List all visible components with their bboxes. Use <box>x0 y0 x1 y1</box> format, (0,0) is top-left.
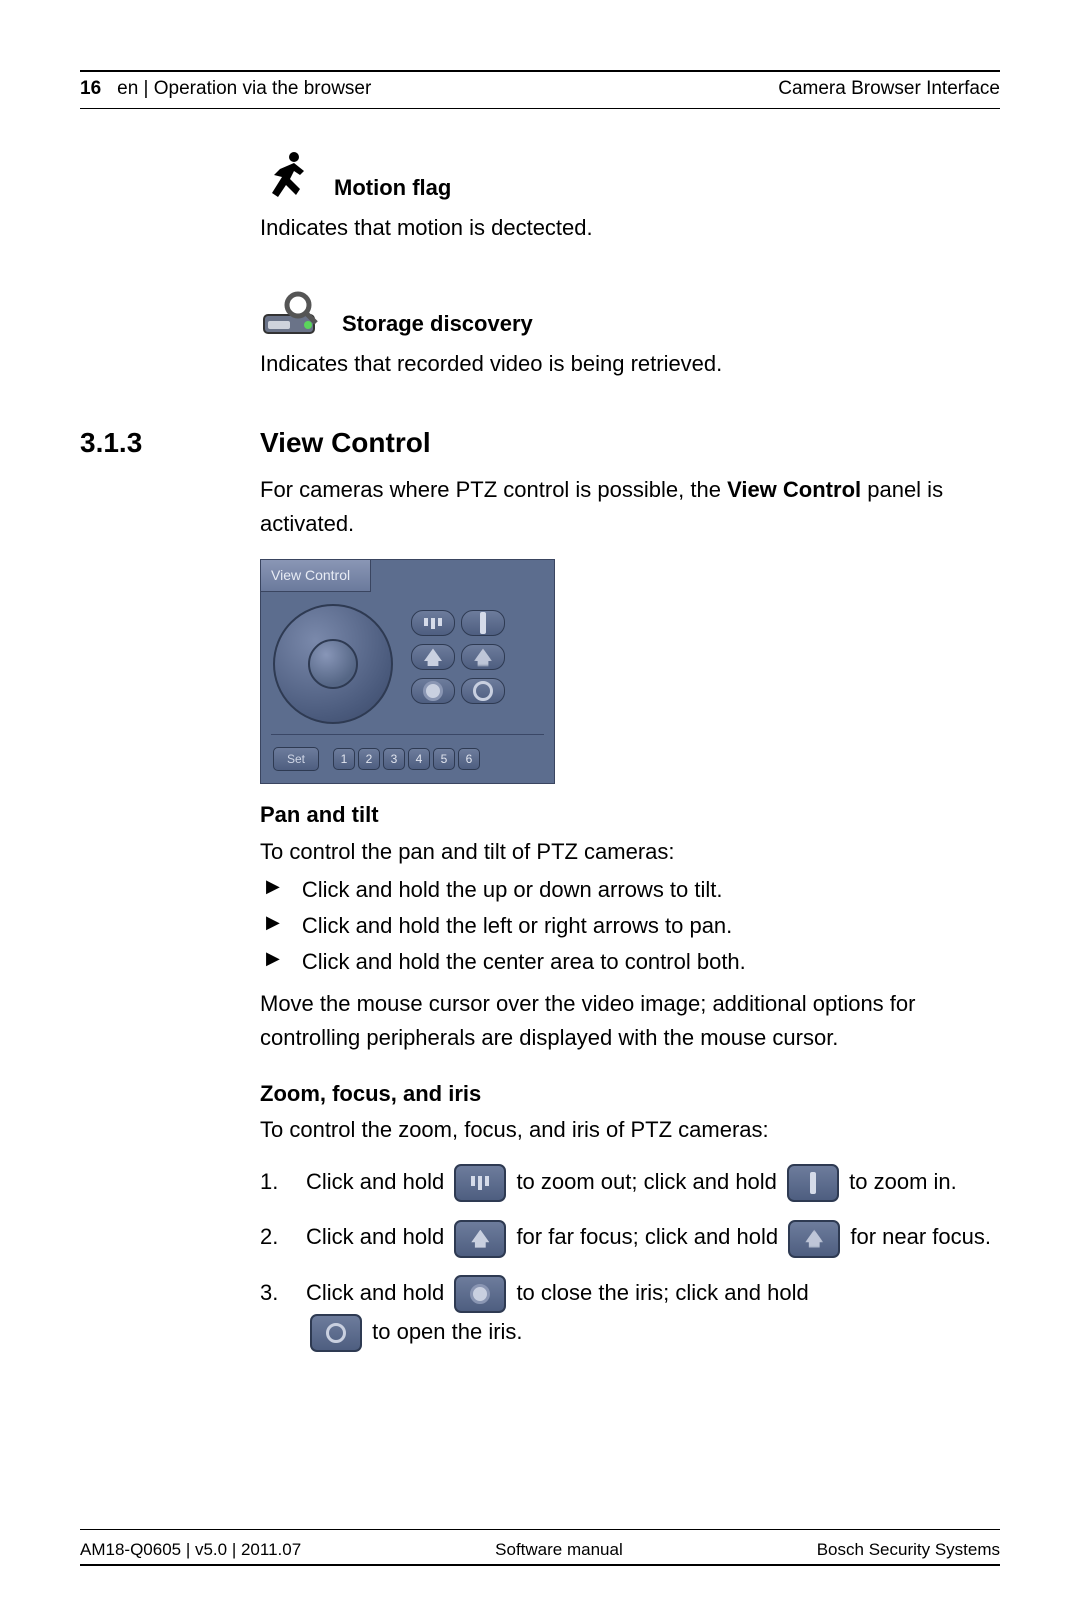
focus-near-icon <box>788 1220 840 1258</box>
list-item: Click and hold to zoom out; click and ho… <box>306 1163 1000 1202</box>
bullet-text: Click and hold the left or right arrows … <box>302 909 732 943</box>
preset-1[interactable]: 1 <box>333 748 355 770</box>
list-number: 3. <box>260 1274 284 1311</box>
bullet-icon: ▶ <box>266 945 280 979</box>
list-number: 2. <box>260 1218 284 1255</box>
bullet-icon: ▶ <box>266 909 280 943</box>
bullet-text: Click and hold the center area to contro… <box>302 945 746 979</box>
storage-discovery-desc: Indicates that recorded video is being r… <box>260 347 1000 381</box>
storage-discovery-title: Storage discovery <box>342 307 533 341</box>
bullet-icon: ▶ <box>266 873 280 907</box>
section-title: View Control <box>260 421 431 464</box>
preset-2[interactable]: 2 <box>358 748 380 770</box>
motion-flag-icon <box>260 149 316 205</box>
zfi-intro: To control the zoom, focus, and iris of … <box>260 1113 1000 1147</box>
zoom-out-icon <box>454 1164 506 1202</box>
focus-far-button[interactable] <box>411 644 455 670</box>
view-control-tab[interactable]: View Control <box>261 560 371 593</box>
page-number: 16 <box>80 78 101 100</box>
footer-left: AM18-Q0605 | v5.0 | 2011.07 <box>80 1540 301 1560</box>
section-intro: For cameras where PTZ control is possibl… <box>260 473 1000 541</box>
focus-near-button[interactable] <box>461 644 505 670</box>
bullet-text: Click and hold the up or down arrows to … <box>302 873 723 907</box>
list-item: Click and hold for far focus; click and … <box>306 1218 1000 1257</box>
zoom-in-button[interactable] <box>461 610 505 636</box>
preset-set-button[interactable]: Set <box>273 747 319 771</box>
page-footer: AM18-Q0605 | v5.0 | 2011.07 Software man… <box>80 1529 1000 1566</box>
preset-4[interactable]: 4 <box>408 748 430 770</box>
view-control-panel: View Control <box>260 559 555 785</box>
breadcrumb: en | Operation via the browser <box>117 78 371 100</box>
preset-5[interactable]: 5 <box>433 748 455 770</box>
footer-right: Bosch Security Systems <box>817 1540 1000 1560</box>
section-number: 3.1.3 <box>80 421 260 464</box>
pan-tilt-heading: Pan and tilt <box>260 798 1000 832</box>
page-header: 16 en | Operation via the browser Camera… <box>80 78 1000 109</box>
motion-flag-title: Motion flag <box>334 171 451 205</box>
preset-6[interactable]: 6 <box>458 748 480 770</box>
pan-tilt-after: Move the mouse cursor over the video ima… <box>260 987 1000 1055</box>
iris-close-button[interactable] <box>411 678 455 704</box>
zfi-heading: Zoom, focus, and iris <box>260 1077 1000 1111</box>
storage-discovery-icon <box>260 285 324 341</box>
iris-close-icon <box>454 1275 506 1313</box>
list-number: 1. <box>260 1163 284 1200</box>
ptz-dpad[interactable] <box>273 604 393 724</box>
focus-far-icon <box>454 1220 506 1258</box>
iris-open-button[interactable] <box>461 678 505 704</box>
list-item: Click and hold to close the iris; click … <box>306 1274 1000 1352</box>
doc-title: Camera Browser Interface <box>778 78 1000 100</box>
zoom-out-button[interactable] <box>411 610 455 636</box>
motion-flag-desc: Indicates that motion is dectected. <box>260 211 1000 245</box>
zoom-in-icon <box>787 1164 839 1202</box>
iris-open-icon <box>310 1314 362 1352</box>
footer-center: Software manual <box>495 1540 623 1560</box>
preset-3[interactable]: 3 <box>383 748 405 770</box>
pan-tilt-intro: To control the pan and tilt of PTZ camer… <box>260 835 1000 869</box>
